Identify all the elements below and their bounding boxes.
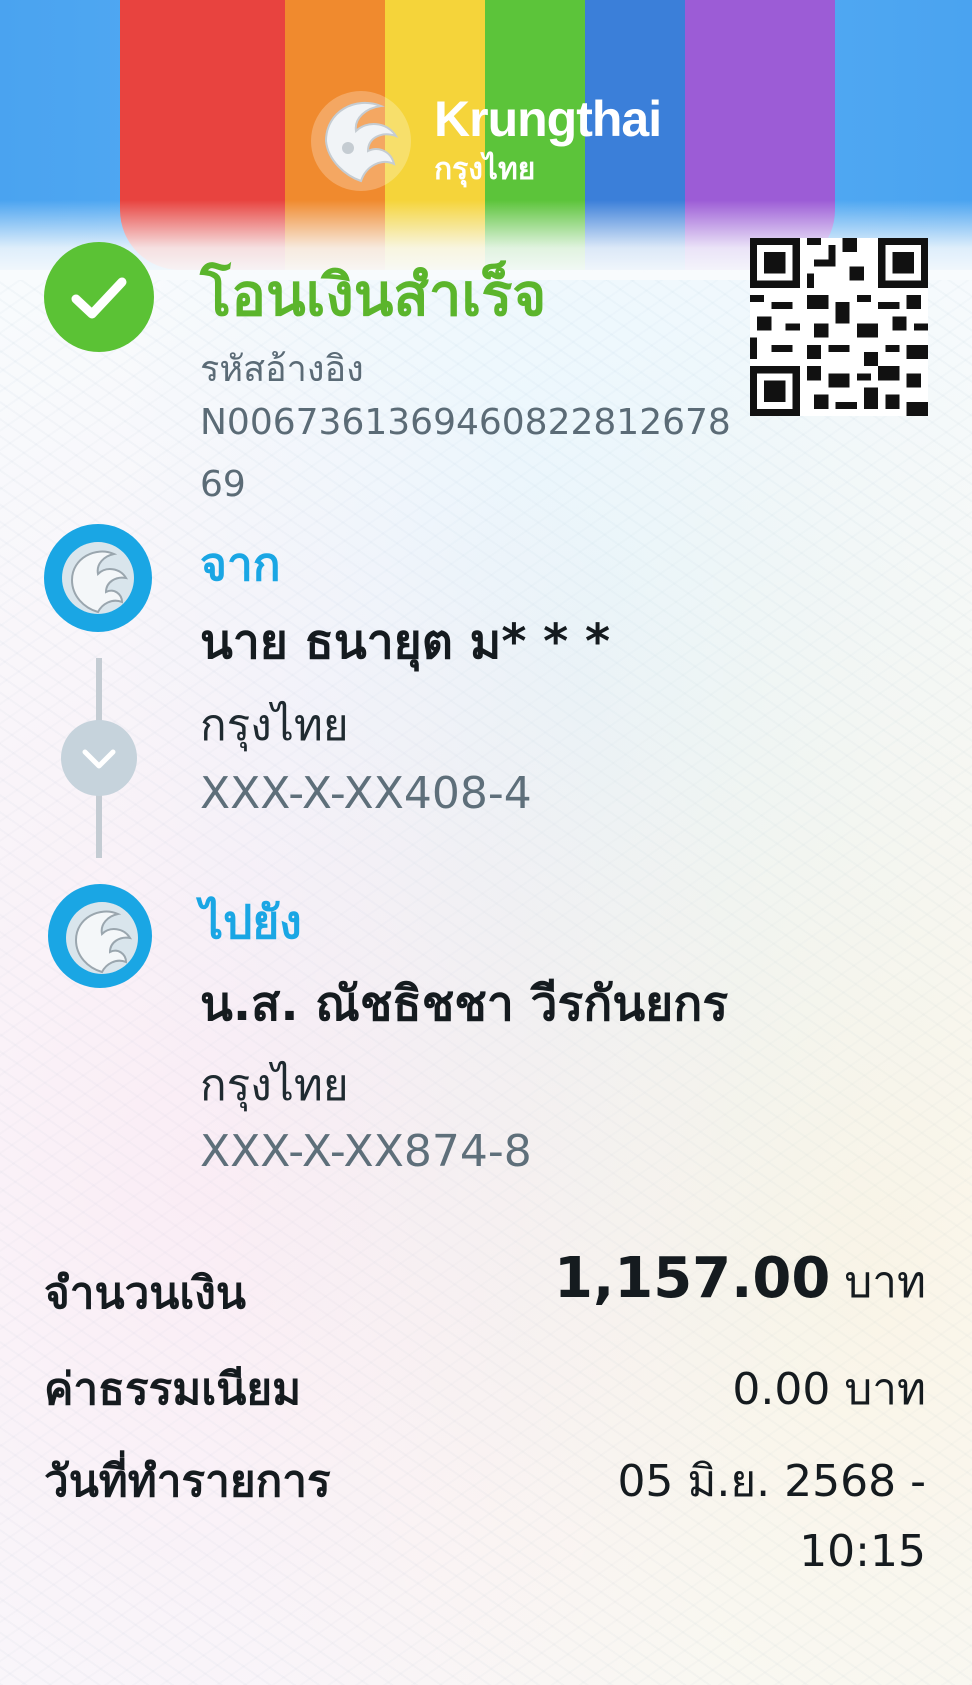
from-account: XXX-X-XX408-4 (200, 768, 532, 819)
amount-number: 1,157.00 (554, 1246, 831, 1311)
krungthai-bank-icon (44, 524, 152, 632)
to-bank: กรุงไทย (200, 1060, 349, 1111)
chevron-down-icon (61, 720, 137, 796)
krungthai-emblem-icon (311, 91, 411, 191)
check-circle-icon (44, 242, 154, 352)
reference-code-line2: 69 (200, 464, 246, 505)
header-banner: Krungthai กรุงไทย (0, 0, 972, 280)
krungthai-logo: Krungthai กรุงไทย (306, 86, 686, 196)
transaction-time: 10:15 (799, 1526, 926, 1577)
qr-code[interactable] (750, 238, 928, 416)
fee-value: 0.00 บาท (732, 1364, 926, 1415)
amount-value: 1,157.00 บาท (554, 1246, 926, 1317)
amount-label: จำนวนเงิน (44, 1268, 246, 1319)
amount-unit: บาท (844, 1257, 926, 1308)
to-name: น.ส. ณัชธิชชา วีรกันยกร (200, 976, 729, 1032)
transaction-date-label: วันที่ทำรายการ (44, 1456, 331, 1507)
from-label: จาก (200, 537, 281, 591)
to-label: ไปยัง (200, 895, 302, 949)
fee-label: ค่าธรรมเนียม (44, 1364, 302, 1415)
reference-label: รหัสอ้างอิง (200, 349, 364, 390)
brand-name-en: Krungthai (434, 91, 662, 147)
from-bank: กรุงไทย (200, 700, 349, 751)
krungthai-bank-icon (48, 884, 152, 988)
to-account: XXX-X-XX874-8 (200, 1126, 532, 1177)
reference-code-line1: N0067361369460822812678 (200, 402, 731, 443)
transaction-date-line1: 05 มิ.ย. 2568 - (617, 1456, 926, 1507)
from-name: นาย ธนายุต ม* * * (200, 614, 611, 670)
transfer-success-title: โอนเงินสำเร็จ (200, 261, 547, 329)
brand-name-th: กรุงไทย (434, 153, 536, 186)
